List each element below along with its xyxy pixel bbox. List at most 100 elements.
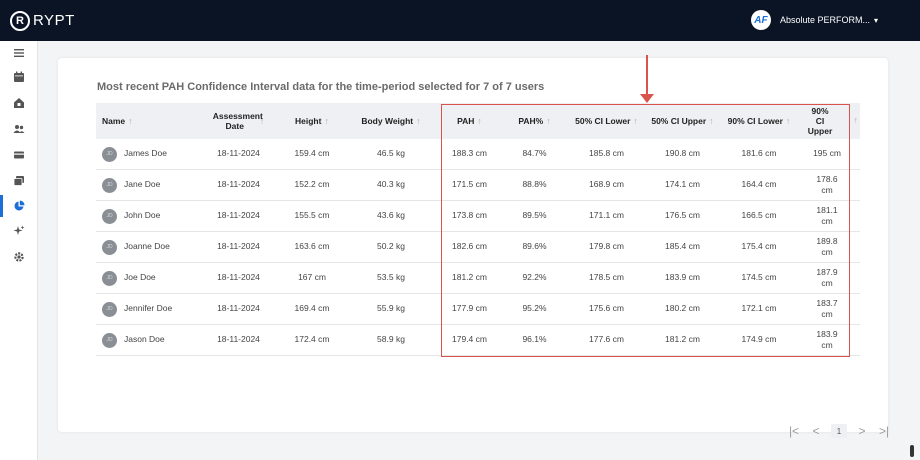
first-page-button[interactable]: |< [783,424,805,438]
cell-height: 152.2 cm [294,179,330,190]
sort-icon[interactable]: ↑ [709,116,714,127]
next-page-button[interactable]: > [851,424,873,438]
logo-mark: R [10,10,30,31]
cell-assessment-date: 18-11-2024 [217,272,260,283]
table-row[interactable]: JD Jennifer Doe 18-11-2024 169.4 cm 55.9 kg 1… [96,294,860,325]
cell-50-ci-lower: 171.1 cm [589,210,624,221]
sort-icon[interactable]: ↑ [324,116,329,127]
sort-icon[interactable]: ↑ [546,116,551,127]
sort-icon[interactable]: ↑ [128,116,133,127]
menu-icon[interactable] [12,46,26,60]
app-logo[interactable]: R RYPT [10,10,75,31]
cell-assessment-date: 18-11-2024 [217,179,260,190]
last-page-button[interactable]: >| [873,424,895,438]
pah-ci-card: Most recent PAH Confidence Interval data… [58,58,889,438]
cell-90-ci-lower: 172.1 cm [741,303,777,314]
cell-90-ci-lower: 174.9 cm [741,334,777,345]
column-header-pah[interactable]: PAH ↑ [437,103,502,139]
page-number-current[interactable]: 1 [831,424,847,438]
user-name: James Doe [124,148,167,159]
cell-body-weight: 55.9 kg [377,303,405,314]
table-row[interactable]: JD Jane Doe 18-11-2024 152.2 cm 40.3 kg 171.5… [96,170,860,201]
cell-height: 167 cm [298,272,326,283]
gallery-icon[interactable] [12,174,26,188]
cell-assessment-date: 18-11-2024 [217,303,260,314]
users-icon[interactable] [12,122,26,136]
sort-icon[interactable]: ↑ [786,116,791,127]
cell-pah: 179.4 cm [452,334,487,345]
chevron-down-icon: ▾ [873,15,878,25]
sparkle-icon[interactable] [12,224,26,238]
org-name: Absolute PERFORM... [779,15,870,25]
page-scrollbar[interactable] [910,445,914,457]
sort-icon[interactable]: ↑ [854,115,859,126]
user-name: Joanne Doe [124,241,170,252]
cell-name[interactable]: JD Joanne Doe [96,232,198,262]
cell-body-weight: 40.3 kg [377,179,405,190]
cell-body-weight: 43.6 kg [377,210,405,221]
cell-50-ci-upper: 180.2 cm [665,303,700,314]
column-header-90-ci-lower[interactable]: 90% CI Lower ↑ [719,103,799,139]
column-header-name[interactable]: Name ↑ [96,103,198,139]
org-switcher[interactable]: AF Absolute PERFORM... ▾ [750,10,878,30]
user-name: Jennifer Doe [124,303,173,314]
cell-name[interactable]: JD Jane Doe [96,170,198,200]
cell-body-weight: 46.5 kg [377,148,405,159]
avatar: JD [102,301,117,317]
gear-icon[interactable] [12,250,26,264]
table-row[interactable]: JD Joe Doe 18-11-2024 167 cm 53.5 kg 181.2 cm… [96,263,860,294]
annotation-arrow-head [640,94,654,103]
cell-90-ci-upper-value: 183.7 cm [816,297,838,319]
cell-90-ci-lower: 166.5 cm [741,210,777,221]
cell-50-ci-upper: 185.4 cm [665,241,700,252]
column-header-90-ci-upper[interactable]: 90% CI Upper ↑ [799,103,860,139]
table-row[interactable]: JD James Doe 18-11-2024 159.4 cm 46.5 kg 188.… [96,139,860,170]
column-header-pah-percent[interactable]: PAH% ↑ [502,103,567,139]
cell-pah: 181.2 cm [452,272,487,283]
table-row[interactable]: JD Joanne Doe 18-11-2024 163.6 cm 50.2 kg 182… [96,232,860,263]
column-header-body-weight[interactable]: Body Weight ↑ [345,103,437,139]
sort-icon[interactable]: ↑ [416,116,421,127]
cell-body-weight: 50.2 kg [377,241,405,252]
cell-pah-percent: 88.8% [522,179,547,190]
pagination: |< < 1 > >| [783,424,895,438]
cell-name[interactable]: JD Jennifer Doe [96,294,198,324]
column-header-assessment-date[interactable]: Assessment Date ↑ [198,103,279,139]
cell-name[interactable]: JD Jason Doe [96,325,198,355]
pie-chart-icon[interactable] [12,199,26,213]
user-name: Joe Doe [124,272,156,283]
cell-name[interactable]: JD Joe Doe [96,263,198,293]
calendar-icon[interactable] [12,70,26,84]
cell-50-ci-lower: 178.5 cm [589,272,624,283]
sort-icon[interactable]: ↑ [260,116,265,127]
cell-assessment-date: 18-11-2024 [217,210,260,221]
cell-assessment-date: 18-11-2024 [217,148,260,159]
cell-name[interactable]: JD John Doe [96,201,198,231]
cell-pah: 182.6 cm [452,241,487,252]
cell-90-ci-upper: 178.6 cm [799,170,860,200]
user-name: John Doe [124,210,161,221]
column-header-height[interactable]: Height ↑ [279,103,345,139]
sort-icon[interactable]: ↑ [477,116,482,127]
cell-assessment-date: 18-11-2024 [217,241,260,252]
prev-page-button[interactable]: < [805,424,827,438]
cell-90-ci-upper-value: 181.1 cm [816,204,838,226]
cell-height: 172.4 cm [294,334,330,345]
cell-pah-percent: 92.2% [522,272,547,283]
column-header-50-ci-lower[interactable]: 50% CI Lower ↑ [567,103,646,139]
cell-name[interactable]: JD James Doe [96,139,198,169]
cell-50-ci-lower: 185.8 cm [589,148,624,159]
card-icon[interactable] [12,148,26,162]
cell-90-ci-upper-value: 178.6 cm [816,173,838,195]
sort-icon[interactable]: ↑ [633,116,638,127]
table-row[interactable]: JD John Doe 18-11-2024 155.5 cm 43.6 kg 173.8… [96,201,860,232]
avatar: JD [102,332,117,348]
table-row[interactable]: JD Jason Doe 18-11-2024 172.4 cm 58.9 kg 179.… [96,325,860,356]
cell-90-ci-upper: 187.9 cm [799,263,860,293]
column-header-50-ci-upper[interactable]: 50% CI Upper ↑ [646,103,719,139]
cell-90-ci-lower: 175.4 cm [741,241,777,252]
home-icon[interactable] [12,96,26,110]
cell-90-ci-lower: 174.5 cm [741,272,777,283]
cell-pah-percent: 89.6% [522,241,547,252]
cell-body-weight: 58.9 kg [377,334,405,345]
